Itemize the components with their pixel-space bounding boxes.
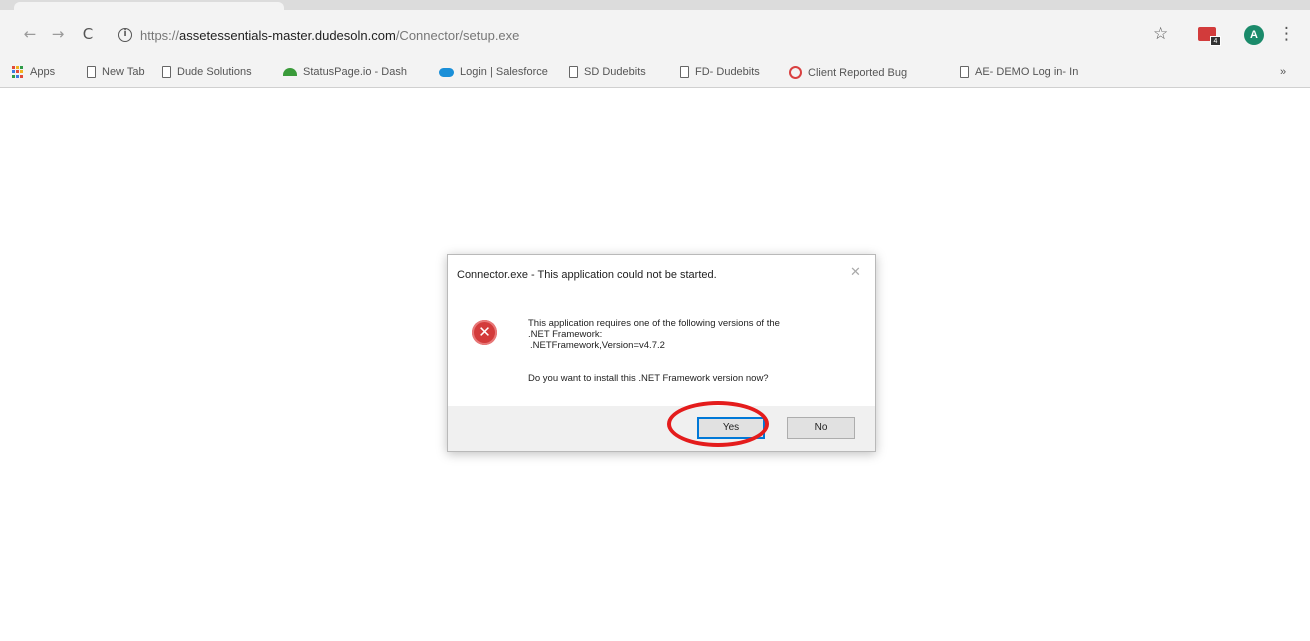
error-icon: ✕ [472,320,497,345]
extension-badge: 4 [1210,36,1221,46]
bookmark-label: Dude Solutions [177,66,252,78]
dialog-message: This application requires one of the fol… [528,318,780,351]
statuspage-icon [283,68,297,76]
tab-strip [0,0,1310,10]
back-arrow-icon[interactable]: ← [20,24,40,44]
url-text[interactable]: https://assetessentials-master.dudesoln.… [140,28,519,43]
url-scheme: https:// [140,28,180,43]
avatar[interactable]: A [1244,25,1264,45]
reload-icon[interactable]: C [78,24,98,44]
url-host: assetessentials-master.dudesoln.com [179,28,396,43]
message-line: This application requires one of the fol… [528,318,780,329]
dialog-button-bar: Yes No [448,406,875,451]
bookmarks-overflow-chevron-icon[interactable]: » [1280,66,1286,78]
bookmark-client-reported-bug[interactable]: Client Reported Bug [789,66,907,79]
close-icon[interactable]: ✕ [850,265,861,280]
browser-tab[interactable] [14,2,284,10]
annotation-highlight-circle [667,401,769,447]
forward-arrow-icon[interactable]: → [48,24,68,44]
bookmark-label: StatusPage.io - Dash [303,66,407,78]
info-icon[interactable]: i [118,28,132,42]
bookmark-label: New Tab [102,66,145,78]
message-line: .NETFramework,Version=v4.7.2 [530,340,665,351]
bookmark-label: Apps [30,66,56,78]
browser-toolbar: ← → C i https://assetessentials-master.d… [0,10,1310,58]
apps-grid-icon [12,66,24,78]
bookmark-fd-dudebits[interactable]: FD- Dudebits [680,66,760,78]
bookmarks-bar: Apps New Tab Dude Solutions StatusPage.i… [0,58,1310,88]
bookmark-dude-solutions[interactable]: Dude Solutions [162,66,252,78]
page-icon [569,66,578,78]
bookmark-ae-demo[interactable]: AE- DEMO Log in- In [960,66,1078,78]
extension-icon[interactable]: 4 [1198,27,1221,46]
bookmark-star-icon[interactable]: ☆ [1153,24,1168,44]
dialog-question: Do you want to install this .NET Framewo… [528,373,769,384]
bookmark-salesforce[interactable]: Login | Salesforce [439,66,548,78]
menu-dots-icon[interactable]: ⋮ [1278,23,1295,45]
page-icon [960,66,969,78]
error-dialog: Connector.exe - This application could n… [447,254,876,452]
no-button[interactable]: No [787,417,855,439]
bookmark-new-tab[interactable]: New Tab [87,66,145,78]
bookmark-label: FD- Dudebits [695,66,760,78]
bookmark-label: AE- DEMO Log in- In [975,66,1079,78]
bookmark-sd-dudebits[interactable]: SD Dudebits [569,66,646,78]
bookmark-label: Login | Salesforce [460,66,548,78]
bookmark-label: SD Dudebits [584,66,646,78]
page-icon [87,66,96,78]
bug-icon [789,66,802,79]
address-bar[interactable]: i https://assetessentials-master.dudesol… [106,23,1176,49]
page-icon [680,66,689,78]
url-path: /Connector/setup.exe [395,28,520,43]
salesforce-icon [439,67,454,77]
bookmark-label: Client Reported Bug [808,66,908,79]
page-icon [162,66,171,78]
bookmark-statuspage[interactable]: StatusPage.io - Dash [283,66,407,78]
message-line: .NET Framework: [528,329,603,340]
bookmark-apps[interactable]: Apps [12,66,55,78]
dialog-title: Connector.exe - This application could n… [457,269,717,281]
